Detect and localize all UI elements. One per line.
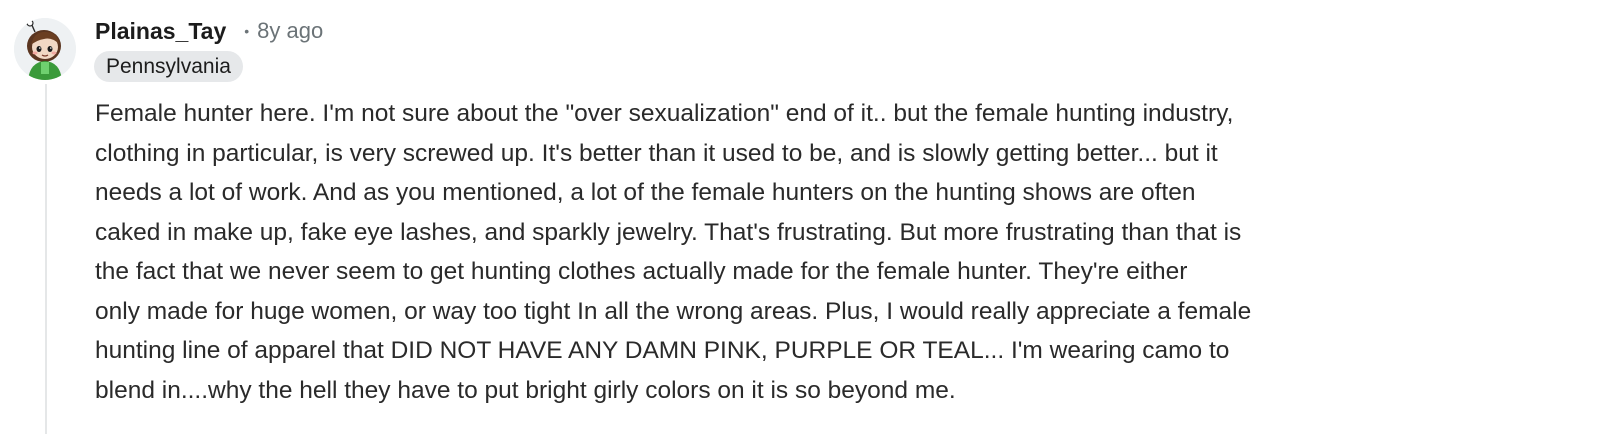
comment-body-line: caked in make up, fake eye lashes, and s… — [95, 218, 1242, 246]
avatar[interactable] — [14, 18, 76, 80]
timestamp[interactable]: 8y ago — [257, 18, 323, 44]
username-link[interactable]: Plainas_Tay — [95, 18, 226, 45]
comment-body-line: hunting line of apparel that DID NOT HAV… — [95, 337, 1230, 364]
comment-body-line: the fact that we never seem to get hunti… — [95, 258, 1188, 285]
meta-separator: • — [244, 23, 250, 39]
user-flair: Pennsylvania — [94, 51, 243, 82]
snoo-avatar-icon — [14, 18, 76, 80]
comment-body-line: needs a lot of work. And as you mentione… — [95, 179, 1196, 206]
comment-body-line: Female hunter here. I'm not sure about t… — [95, 100, 1234, 127]
comment-body: Female hunter here. I'm not sure about t… — [95, 94, 1575, 410]
comment: Plainas_Tay • 8y ago Pennsylvania Female… — [0, 0, 1624, 434]
comment-body-line: clothing in particular, is very screwed … — [95, 139, 1218, 167]
comment-body-line: blend in....why the hell they have to pu… — [95, 376, 956, 404]
comment-meta: Plainas_Tay • 8y ago — [95, 14, 323, 48]
comment-body-line: only made for huge women, or way too tig… — [95, 297, 1252, 325]
thread-line[interactable] — [45, 84, 47, 434]
